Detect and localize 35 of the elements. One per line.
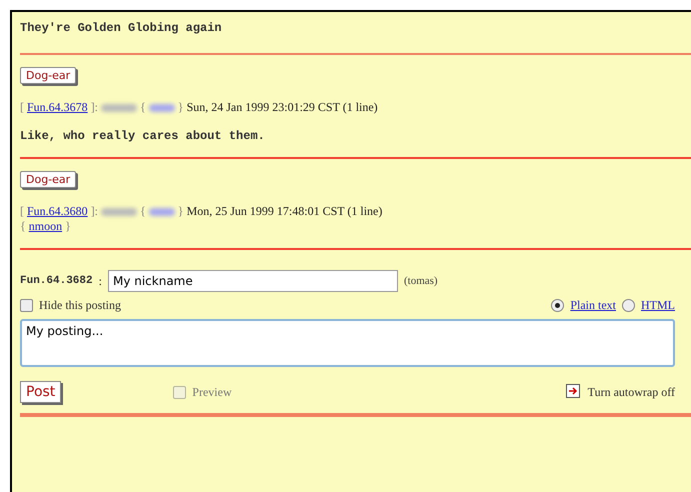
radio-button[interactable] [622,299,635,312]
bracket: ]: [90,100,98,115]
thread-title: They're Golden Globing again [20,20,223,37]
bracket: ]: [90,204,98,219]
post-date: Mon, 25 Jun 1999 17:48:01 CST (1 line) [186,204,382,219]
redacted-name [101,208,138,216]
autowrap-label: Turn autowrap off [588,384,675,400]
dog-ear-button[interactable]: Dog-ear [20,67,76,84]
bracket: } [178,204,184,219]
separator: : [98,274,102,288]
post-link[interactable]: Fun.64.3680 [27,204,88,219]
dog-ear-button[interactable]: Dog-ear [20,171,76,188]
bracket: { [140,100,146,115]
posting-field[interactable]: My posting... [20,319,675,367]
post-id: Fun.64.3682 [20,275,93,287]
bracket: { [140,204,146,219]
post-date: Sun, 24 Jan 1999 23:01:29 CST (1 line) [186,100,378,115]
bracket: { [20,219,26,234]
redacted-name [101,104,138,112]
radio-button[interactable] [551,299,564,312]
bracket: } [65,219,71,234]
author-link[interactable]: nmoon [28,219,62,234]
post-link[interactable]: Fun.64.3678 [27,100,88,115]
checkbox[interactable] [20,299,33,312]
bracket: [ [20,204,24,219]
format-link[interactable]: Plain text [570,298,616,313]
post-button[interactable]: Post [20,381,62,403]
checkbox-label: Preview [192,384,232,400]
bracket: } [178,100,184,115]
post-body: Like, who really cares about them. [20,129,266,143]
checkbox-label: Hide this posting [39,298,122,313]
format-link[interactable]: HTML [641,298,675,313]
bracket: [ [20,100,24,115]
nickname-field[interactable]: My nickname [108,270,398,292]
username: (tomas) [404,275,438,287]
